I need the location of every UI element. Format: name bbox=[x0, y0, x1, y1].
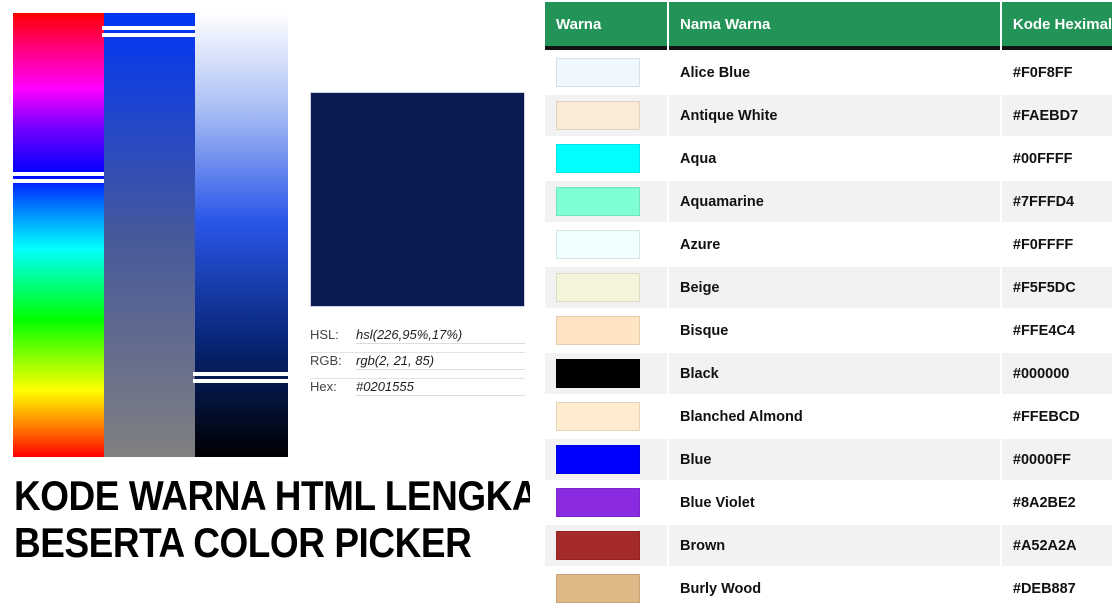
color-hex-cell: #A52A2A bbox=[1001, 525, 1112, 566]
color-hex-cell: #FFEBCD bbox=[1001, 396, 1112, 437]
color-hex-cell: #00FFFF bbox=[1001, 138, 1112, 179]
color-swatch bbox=[556, 488, 640, 517]
color-picker-widget[interactable] bbox=[11, 13, 290, 457]
color-name-cell: Burly Wood bbox=[669, 568, 1000, 609]
color-swatch bbox=[556, 445, 640, 474]
hue-slider-handle[interactable] bbox=[11, 172, 106, 184]
color-hex-cell: #7FFFD4 bbox=[1001, 181, 1112, 222]
lightness-slider-handle[interactable] bbox=[193, 372, 290, 384]
color-preview-swatch bbox=[310, 92, 525, 307]
color-hex-cell: #F5F5DC bbox=[1001, 267, 1112, 308]
color-swatch-cell bbox=[545, 482, 668, 523]
color-name-cell: Blue bbox=[669, 439, 1000, 480]
color-swatch-cell bbox=[545, 439, 668, 480]
color-swatch bbox=[556, 144, 640, 173]
color-swatch bbox=[556, 402, 640, 431]
saturation-slider-strip[interactable] bbox=[102, 13, 197, 457]
table-row[interactable]: Bisque #FFE4C4 bbox=[545, 310, 1112, 351]
color-name-cell: Brown bbox=[669, 525, 1000, 566]
table-row[interactable]: Alice Blue #F0F8FF bbox=[545, 52, 1112, 93]
color-name-cell: Blanched Almond bbox=[669, 396, 1000, 437]
color-swatch-cell bbox=[545, 52, 668, 93]
saturation-gradient bbox=[104, 13, 195, 457]
color-hex-cell: #8A2BE2 bbox=[1001, 482, 1112, 523]
table-row[interactable]: Beige #F5F5DC bbox=[545, 267, 1112, 308]
lightness-slider-strip[interactable] bbox=[193, 13, 290, 457]
hex-value[interactable]: #0201555 bbox=[356, 379, 525, 396]
color-swatch bbox=[556, 273, 640, 302]
color-hex-cell: #DEB887 bbox=[1001, 568, 1112, 609]
hsl-readout-row: HSL: hsl(226,95%,17%) bbox=[310, 327, 525, 353]
table-row[interactable]: Brown #A52A2A bbox=[545, 525, 1112, 566]
color-swatch bbox=[556, 230, 640, 259]
color-swatch bbox=[556, 574, 640, 603]
table-row[interactable]: Antique White #FAEBD7 bbox=[545, 95, 1112, 136]
color-hex-cell: #FAEBD7 bbox=[1001, 95, 1112, 136]
page-title-line-2: Beserta Color Picker bbox=[14, 519, 472, 566]
color-swatch bbox=[556, 359, 640, 388]
color-swatch bbox=[556, 187, 640, 216]
color-name-cell: Alice Blue bbox=[669, 52, 1000, 93]
color-name-cell: Azure bbox=[669, 224, 1000, 265]
color-hex-cell: #FFE4C4 bbox=[1001, 310, 1112, 351]
hsl-value[interactable]: hsl(226,95%,17%) bbox=[356, 327, 525, 344]
lightness-gradient bbox=[195, 13, 288, 457]
color-value-readouts: HSL: hsl(226,95%,17%) RGB: rgb(2, 21, 85… bbox=[310, 327, 525, 404]
color-swatch-cell bbox=[545, 181, 668, 222]
table-row[interactable]: Azure #F0FFFF bbox=[545, 224, 1112, 265]
table-head: Warna Nama Warna Kode Heximal bbox=[545, 2, 1112, 50]
color-hex-cell: #F0F8FF bbox=[1001, 52, 1112, 93]
table-row[interactable]: Aquamarine #7FFFD4 bbox=[545, 181, 1112, 222]
color-name-cell: Antique White bbox=[669, 95, 1000, 136]
hue-gradient bbox=[13, 13, 104, 457]
color-swatch bbox=[556, 531, 640, 560]
rgb-label: RGB: bbox=[310, 353, 342, 368]
color-swatch bbox=[556, 58, 640, 87]
color-name-cell: Beige bbox=[669, 267, 1000, 308]
table-row[interactable]: Blanched Almond #FFEBCD bbox=[545, 396, 1112, 437]
color-swatch-cell bbox=[545, 310, 668, 351]
color-hex-cell: #0000FF bbox=[1001, 439, 1112, 480]
column-header-nama-warna[interactable]: Nama Warna bbox=[669, 2, 1000, 50]
color-hex-cell: #F0FFFF bbox=[1001, 224, 1112, 265]
table-row[interactable]: Aqua #00FFFF bbox=[545, 138, 1112, 179]
color-name-cell: Bisque bbox=[669, 310, 1000, 351]
saturation-slider-handle[interactable] bbox=[102, 25, 197, 37]
column-header-warna[interactable]: Warna bbox=[545, 2, 668, 50]
column-header-kode-heximal[interactable]: Kode Heximal bbox=[1001, 2, 1112, 50]
color-swatch bbox=[556, 101, 640, 130]
color-name-cell: Black bbox=[669, 353, 1000, 394]
rgb-value[interactable]: rgb(2, 21, 85) bbox=[356, 353, 525, 370]
color-swatch-cell bbox=[545, 267, 668, 308]
color-name-cell: Aquamarine bbox=[669, 181, 1000, 222]
color-swatch-cell bbox=[545, 525, 668, 566]
table-row[interactable]: Blue #0000FF bbox=[545, 439, 1112, 480]
page-title: Kode Warna HTML Lengkap Beserta Color Pi… bbox=[14, 472, 563, 566]
table-header-row: Warna Nama Warna Kode Heximal bbox=[545, 2, 1112, 50]
rgb-readout-row: RGB: rgb(2, 21, 85) bbox=[310, 353, 525, 379]
color-swatch bbox=[556, 316, 640, 345]
color-swatch-cell bbox=[545, 396, 668, 437]
color-swatch-cell bbox=[545, 353, 668, 394]
hex-readout-row: Hex: #0201555 bbox=[310, 379, 525, 404]
page-title-line-1: Kode Warna HTML Lengkap bbox=[14, 472, 563, 519]
color-swatch-cell bbox=[545, 138, 668, 179]
hex-label: Hex: bbox=[310, 379, 337, 394]
table-row[interactable]: Blue Violet #8A2BE2 bbox=[545, 482, 1112, 523]
table-row[interactable]: Burly Wood #DEB887 bbox=[545, 568, 1112, 609]
hsl-label: HSL: bbox=[310, 327, 339, 342]
color-reference-table: Warna Nama Warna Kode Heximal Alice Blue… bbox=[543, 0, 1112, 611]
table-row[interactable]: Black #000000 bbox=[545, 353, 1112, 394]
color-name-cell: Blue Violet bbox=[669, 482, 1000, 523]
color-hex-cell: #000000 bbox=[1001, 353, 1112, 394]
color-swatch-cell bbox=[545, 224, 668, 265]
color-swatch-cell bbox=[545, 95, 668, 136]
color-reference-table-panel: Warna Nama Warna Kode Heximal Alice Blue… bbox=[530, 0, 1112, 614]
table-body: Alice Blue #F0F8FF Antique White #FAEBD7 Aqu… bbox=[545, 52, 1112, 609]
hue-slider-strip[interactable] bbox=[11, 13, 106, 457]
color-name-cell: Aqua bbox=[669, 138, 1000, 179]
color-picker-panel: HSL: hsl(226,95%,17%) RGB: rgb(2, 21, 85… bbox=[0, 0, 563, 614]
color-swatch-cell bbox=[545, 568, 668, 609]
